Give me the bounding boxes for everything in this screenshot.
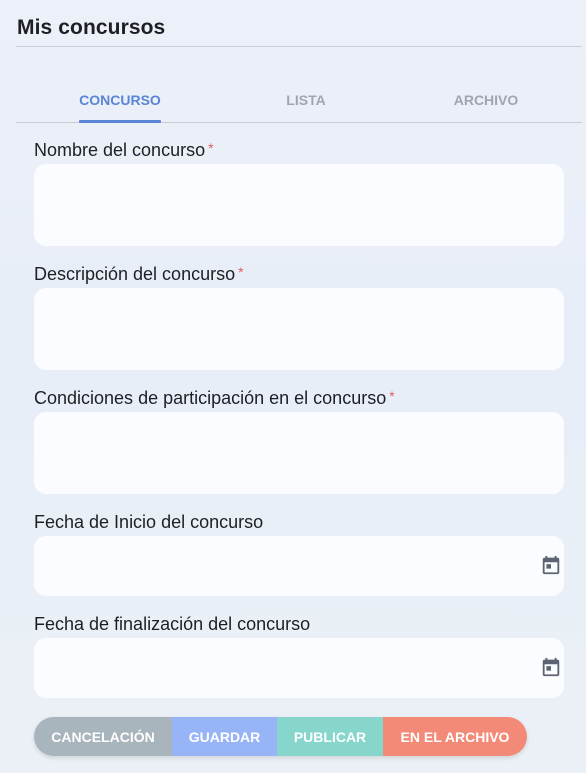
end-date-label-text: Fecha de finalización del concurso bbox=[34, 614, 311, 634]
tab-concurso[interactable]: CONCURSO bbox=[79, 92, 161, 123]
name-label-text: Nombre del concurso bbox=[34, 140, 206, 160]
contest-description-input[interactable] bbox=[34, 288, 564, 370]
end-date-input[interactable] bbox=[34, 638, 564, 698]
end-date-field-label: Fecha de finalización del concurso bbox=[34, 614, 310, 635]
calendar-icon[interactable] bbox=[540, 656, 562, 678]
required-mark: * bbox=[238, 264, 244, 280]
start-date-field-label: Fecha de Inicio del concurso bbox=[34, 512, 263, 533]
calendar-icon[interactable] bbox=[540, 554, 562, 576]
start-date-label-text: Fecha de Inicio del concurso bbox=[34, 512, 264, 532]
contest-conditions-input[interactable] bbox=[34, 412, 564, 494]
conditions-field-label: Condiciones de participación en el concu… bbox=[34, 388, 395, 409]
save-button-label: GUARDAR bbox=[188, 728, 261, 745]
name-field-label: Nombre del concurso * bbox=[34, 140, 214, 161]
page-title: Mis concursos bbox=[17, 16, 166, 39]
required-mark: * bbox=[208, 140, 214, 156]
archive-button-label: EN EL ARCHIVO bbox=[400, 728, 510, 745]
cancel-button-label: CANCELACIÓN bbox=[51, 728, 155, 745]
description-label-text: Descripción del concurso bbox=[34, 264, 236, 284]
action-button-bar: CANCELACIÓN GUARDAR PUBLICAR EN EL ARCHI… bbox=[34, 717, 527, 756]
required-mark: * bbox=[389, 388, 395, 404]
contest-name-input[interactable] bbox=[34, 164, 564, 246]
cancel-button[interactable]: CANCELACIÓN bbox=[34, 717, 172, 756]
tab-lista-label: LISTA bbox=[286, 92, 326, 108]
save-button[interactable]: GUARDAR bbox=[172, 717, 277, 756]
tab-archivo[interactable]: ARCHIVO bbox=[436, 92, 536, 108]
start-date-input[interactable] bbox=[34, 536, 564, 596]
publish-button[interactable]: PUBLICAR bbox=[277, 717, 383, 756]
tab-concurso-label: CONCURSO bbox=[79, 92, 161, 108]
publish-button-label: PUBLICAR bbox=[293, 728, 367, 745]
conditions-label-text: Condiciones de participación en el concu… bbox=[34, 388, 387, 408]
tab-archivo-label: ARCHIVO bbox=[453, 92, 519, 108]
tab-bar: CONCURSO LISTA ARCHIVO bbox=[16, 84, 582, 123]
page-header: Mis concursos bbox=[16, 0, 582, 47]
archive-button[interactable]: EN EL ARCHIVO bbox=[383, 717, 527, 756]
active-tab-indicator bbox=[79, 120, 161, 123]
tab-lista[interactable]: LISTA bbox=[266, 92, 346, 108]
description-field-label: Descripción del concurso * bbox=[34, 264, 244, 285]
